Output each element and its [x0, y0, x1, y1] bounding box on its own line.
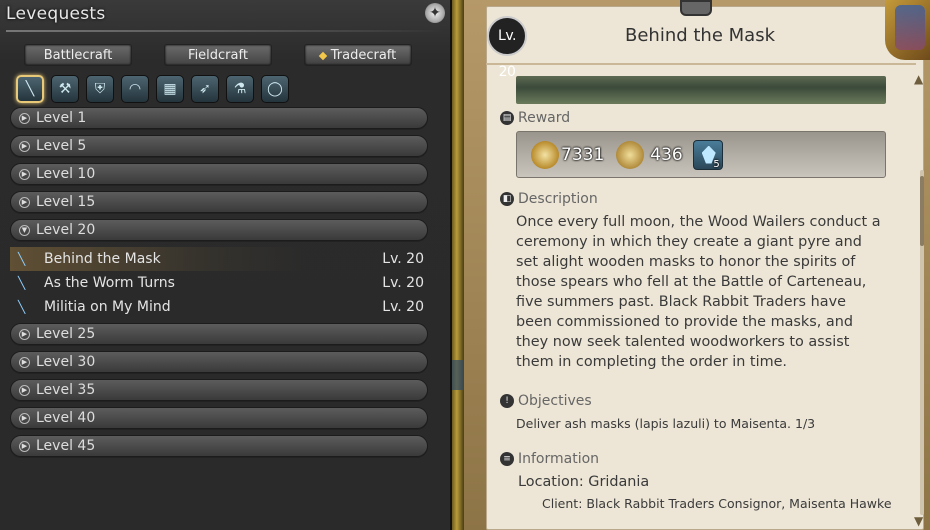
location-text: Location: Gridania — [518, 474, 650, 490]
reward-heading-label: Reward — [518, 110, 571, 126]
seal-amount: 7331 — [561, 144, 605, 165]
description-heading: ◧ Description — [500, 191, 598, 207]
carpenter-icon: ╲ — [18, 300, 26, 314]
quest-row-militia-on-my-mind[interactable]: ╲ Militia on My Mind Lv. 20 — [10, 295, 428, 319]
level-label: Level 20 — [36, 222, 96, 238]
expand-icon: ▶ — [19, 356, 30, 368]
quest-title: Behind the Mask — [624, 25, 775, 46]
quest-banner-image — [516, 76, 886, 104]
expand-icon: ▶ — [19, 168, 30, 180]
tab-label: Tradecraft — [330, 48, 397, 63]
client-text: Client: Black Rabbit Traders Consignor, … — [542, 496, 892, 511]
crystal-reward[interactable]: 5 — [692, 139, 723, 170]
blacksmith-icon[interactable]: ⚒ — [51, 75, 79, 103]
tab-fieldcraft[interactable]: Fieldcraft — [164, 44, 272, 66]
tab-battlecraft[interactable]: Battlecraft — [24, 44, 132, 66]
level-group-45[interactable]: ▶ Level 45 — [10, 435, 428, 457]
exclamation-icon: ! — [500, 394, 514, 408]
tab-tradecraft[interactable]: Tradecraft — [304, 44, 412, 66]
level-list: ▶ Level 1 ▶ Level 5 ▶ Level 10 ▶ Level 15 ▼ L… — [10, 107, 428, 463]
level-group-15[interactable]: ▶ Level 15 — [10, 191, 428, 213]
gil-amount: 436 — [650, 144, 683, 165]
carpenter-icon[interactable]: ╲ — [16, 75, 44, 103]
leatherworker-icon[interactable]: ▦ — [156, 75, 184, 103]
level-label: Level 35 — [36, 382, 96, 398]
objectives-heading: ! Objectives — [500, 393, 592, 409]
quest-row-as-the-worm-turns[interactable]: ╲ As the Worm Turns Lv. 20 — [10, 271, 428, 295]
expand-icon: ▶ — [19, 140, 30, 152]
objectives-heading-label: Objectives — [518, 393, 592, 409]
scrollbar-thumb[interactable] — [920, 176, 924, 246]
objective-text: Deliver ash masks (lapis lazuli) to Mais… — [516, 416, 816, 431]
expand-icon: ▶ — [19, 112, 30, 124]
level-label: Level 40 — [36, 410, 96, 426]
panel-title: Levequests — [6, 4, 106, 24]
level-group-5[interactable]: ▶ Level 5 — [10, 135, 428, 157]
level-group-35[interactable]: ▶ Level 35 — [10, 379, 428, 401]
quest-name: As the Worm Turns — [44, 275, 175, 291]
level-label: Level 5 — [36, 138, 87, 154]
information-heading-label: Information — [518, 451, 600, 467]
information-heading: ≡ Information — [500, 451, 599, 467]
gil-icon[interactable] — [616, 140, 645, 169]
carpenter-icon: ╲ — [18, 276, 26, 290]
level-label: Level 25 — [36, 326, 96, 342]
tab-label: Battlecraft — [43, 48, 113, 63]
quest-row-behind-the-mask[interactable]: ╲ Behind the Mask Lv. 20 — [10, 247, 428, 271]
ornament-gem-icon — [895, 5, 925, 50]
reward-box: 7331 436 5 — [516, 131, 886, 178]
reward-icon: ▤ — [500, 111, 514, 125]
level-label: Level 10 — [36, 166, 96, 182]
active-indicator-icon — [318, 51, 327, 61]
book-icon: ◧ — [500, 192, 514, 206]
background-decoration — [452, 360, 464, 390]
reward-heading: ▤ Reward — [500, 110, 570, 126]
level-label: Level 1 — [36, 110, 87, 126]
class-filter-bar: ╲ ⚒ ⛨ ◠ ▦ ➶ ⚗ ◯ — [16, 75, 289, 103]
seal-icon[interactable] — [531, 140, 559, 169]
quest-name: Militia on My Mind — [44, 299, 171, 315]
expand-icon: ▶ — [19, 412, 30, 424]
tab-label: Fieldcraft — [188, 48, 248, 63]
level-group-1[interactable]: ▶ Level 1 — [10, 107, 428, 129]
quest-level: Lv. 20 — [382, 275, 424, 291]
divider — [486, 63, 916, 65]
level-label: Level 30 — [36, 354, 96, 370]
level-group-20[interactable]: ▼ Level 20 — [10, 219, 428, 241]
alchemist-icon[interactable]: ⚗ — [226, 75, 254, 103]
description-heading-label: Description — [518, 191, 598, 207]
scroll-up-icon[interactable]: ▲ — [914, 72, 923, 86]
collapse-icon: ▼ — [19, 224, 30, 236]
levequests-panel: Levequests ✦ Battlecraft Fieldcraft Trad… — [0, 0, 452, 530]
info-icon: ≡ — [500, 452, 514, 466]
scroll-down-icon[interactable]: ▼ — [914, 514, 923, 528]
weaver-icon[interactable]: ➶ — [191, 75, 219, 103]
goldsmith-icon[interactable]: ◠ — [121, 75, 149, 103]
crystal-quantity: 5 — [713, 158, 720, 170]
quest-level: Lv. 20 — [382, 299, 424, 315]
level-group-10[interactable]: ▶ Level 10 — [10, 163, 428, 185]
divider — [6, 30, 444, 32]
expand-icon: ▶ — [19, 440, 30, 452]
expand-icon: ▶ — [19, 328, 30, 340]
level-label: Level 45 — [36, 438, 96, 454]
culinarian-icon[interactable]: ◯ — [261, 75, 289, 103]
level-label: Level 15 — [36, 194, 96, 210]
clip-icon — [680, 0, 712, 16]
level-group-40[interactable]: ▶ Level 40 — [10, 407, 428, 429]
expand-icon: ▶ — [19, 196, 30, 208]
settings-icon[interactable]: ✦ — [425, 3, 445, 23]
level-group-25[interactable]: ▶ Level 25 — [10, 323, 428, 345]
quest-level: Lv. 20 — [382, 251, 424, 267]
level-badge: Lv. 20 — [487, 16, 527, 80]
carpenter-icon: ╲ — [18, 252, 26, 266]
level-group-30[interactable]: ▶ Level 30 — [10, 351, 428, 373]
armorer-icon[interactable]: ⛨ — [86, 75, 114, 103]
expand-icon: ▶ — [19, 384, 30, 396]
quest-description: Once every full moon, the Wood Wailers c… — [516, 214, 881, 370]
window-border — [452, 0, 464, 530]
quest-name: Behind the Mask — [44, 251, 161, 267]
